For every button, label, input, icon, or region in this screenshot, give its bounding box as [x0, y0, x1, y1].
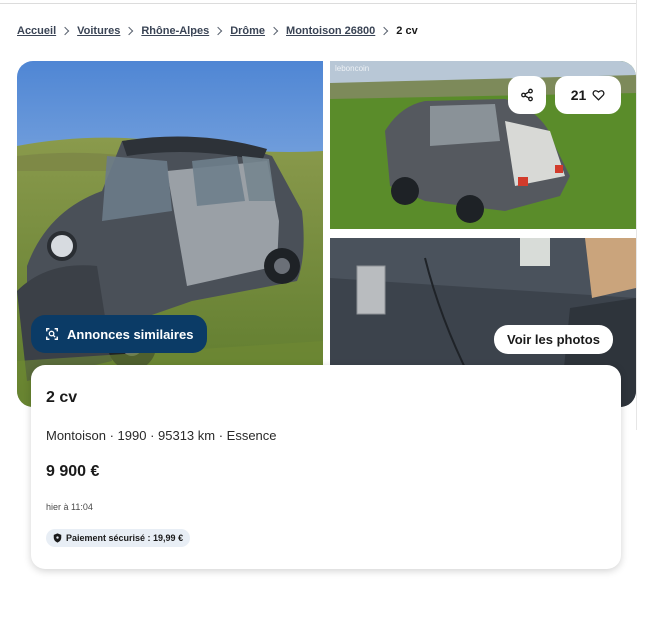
listing-info-card: 2 cv Montoison · 1990 · 95313 km · Essen… — [31, 365, 621, 569]
breadcrumb-accueil[interactable]: Accueil — [17, 25, 56, 37]
listing-title: 2 cv — [46, 389, 78, 406]
favorite-count: 21 — [570, 87, 587, 103]
similar-search-icon — [46, 328, 58, 340]
similar-ads-button[interactable]: Annonces similaires — [31, 315, 208, 353]
listing-details: Montoison · 1990 · 95313 km · Essence — [46, 428, 277, 443]
listing-date: hier à 11:04 — [46, 502, 93, 512]
heart-icon — [592, 90, 605, 101]
main-photo[interactable] — [17, 61, 323, 407]
chevron-right-icon — [60, 26, 70, 36]
see-photos-button[interactable]: Voir les photos — [494, 325, 613, 354]
chevron-right-icon — [213, 26, 223, 36]
photo-gallery — [17, 61, 636, 407]
chevron-right-icon — [380, 26, 389, 36]
breadcrumb-region[interactable]: Rhône-Alpes — [141, 25, 209, 37]
chevron-right-icon — [125, 26, 134, 36]
car-photo-image — [17, 61, 323, 407]
breadcrumb-departement[interactable]: Drôme — [230, 25, 265, 37]
right-divider — [636, 0, 637, 430]
breadcrumb-voitures[interactable]: Voitures — [77, 25, 120, 37]
secure-payment-label: Paiement sécurisé : 19,99 € — [66, 533, 184, 543]
similar-ads-label: Annonces similaires — [67, 326, 194, 342]
photo-watermark: leboncoin — [335, 64, 370, 73]
listing-price: 9 900 € — [46, 463, 100, 480]
secure-payment-badge: Paiement sécurisé : 19,99 € — [46, 529, 191, 547]
chevron-right-icon — [269, 26, 279, 36]
shield-icon — [53, 533, 62, 543]
breadcrumb-current: 2 cv — [396, 25, 418, 37]
breadcrumb-city[interactable]: Montoison 26800 — [286, 25, 375, 37]
share-button[interactable] — [508, 76, 546, 114]
breadcrumb: Accueil Voitures Rhône-Alpes Drôme Monto… — [17, 25, 418, 37]
share-icon — [521, 88, 533, 102]
top-divider — [0, 3, 636, 4]
favorite-button[interactable]: 21 — [555, 76, 621, 114]
